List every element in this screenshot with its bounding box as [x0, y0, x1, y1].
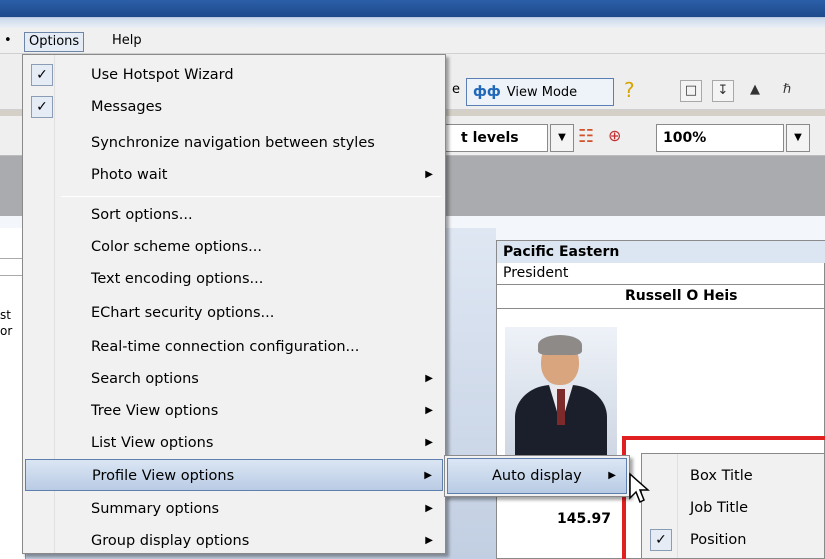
submenu-arrow-icon: ▶: [425, 535, 433, 546]
glasses-icon: фф: [473, 84, 501, 100]
menu-item-position[interactable]: ✓ Position: [644, 524, 822, 556]
zoom-in-icon[interactable]: ⊕: [608, 126, 621, 145]
submenu-arrow-icon: ▶: [425, 437, 433, 448]
view-mode-button[interactable]: фф View Mode: [466, 78, 614, 106]
menu-item-real-time-connection[interactable]: Real-time connection configuration...: [25, 331, 443, 363]
menu-item-photo-wait[interactable]: Photo wait ▶: [25, 159, 443, 191]
menu-item-list-view-options[interactable]: List View options ▶: [25, 427, 443, 459]
card-job-title: President: [497, 263, 825, 285]
menu-separator: [61, 196, 441, 197]
view-mode-label: View Mode: [506, 84, 578, 100]
menu-item-synchronize-navigation[interactable]: Synchronize navigation between styles: [25, 127, 443, 159]
stamp-icon[interactable]: ▲: [744, 80, 766, 102]
menu-item-messages[interactable]: ✓ Messages: [25, 91, 443, 123]
submenu-arrow-icon: ▶: [425, 373, 433, 384]
menu-help[interactable]: Help: [108, 32, 146, 52]
checkmark-icon: ✓: [650, 529, 672, 551]
left-panel-text: st: [0, 308, 11, 322]
menu-item-sort-options[interactable]: Sort options...: [25, 199, 443, 231]
menu-item-summary-options[interactable]: Summary options ▶: [25, 493, 443, 525]
window-title-bar: [0, 0, 825, 28]
checkmark-icon: ✓: [31, 96, 53, 118]
levels-select[interactable]: t levels: [440, 124, 548, 152]
submenu-arrow-icon: ▶: [425, 169, 433, 180]
menu-item-auto-display[interactable]: Auto display ▶: [447, 458, 627, 494]
org-chart-icon[interactable]: ☷: [578, 126, 594, 147]
menu-bar: • Options Help: [0, 28, 825, 54]
menu-item-job-title[interactable]: Job Title: [644, 492, 822, 524]
menu-item-search-options[interactable]: Search options ▶: [25, 363, 443, 395]
zoom-dropdown-arrow-icon[interactable]: ▼: [786, 124, 810, 152]
auto-display-submenu: Box Title Job Title ✓ Position: [641, 453, 825, 559]
levels-dropdown-arrow-icon[interactable]: ▼: [550, 124, 574, 152]
menu-item-profile-view-options[interactable]: Profile View options ▶: [25, 459, 443, 491]
menu-item-box-title[interactable]: Box Title: [644, 460, 822, 492]
profile-photo: [505, 327, 617, 455]
menu-item-echart-security-options[interactable]: EChart security options...: [25, 297, 443, 329]
submenu-arrow-icon: ▶: [608, 470, 616, 481]
mouse-cursor-icon: [629, 472, 650, 504]
menu-item-text-encoding-options[interactable]: Text encoding options...: [25, 263, 443, 295]
submenu-arrow-icon: ▶: [424, 470, 432, 481]
menu-bar-edge: •: [4, 33, 12, 48]
photo-hair: [538, 335, 582, 355]
card-value: 145.97: [557, 511, 612, 527]
options-menu: ✓ Use Hotspot Wizard ✓ Messages Synchron…: [22, 54, 446, 554]
card-person-name: Russell O Heis: [497, 285, 825, 309]
zoom-select[interactable]: 100%: [656, 124, 784, 152]
portrait-icon[interactable]: □: [680, 80, 702, 102]
submenu-arrow-icon: ▶: [425, 503, 433, 514]
left-panel-text: or: [0, 324, 13, 338]
menu-item-color-scheme-options[interactable]: Color scheme options...: [25, 231, 443, 263]
menu-options[interactable]: Options: [24, 32, 85, 52]
checkmark-icon: ✓: [31, 64, 53, 86]
download-icon[interactable]: ↧: [712, 80, 734, 102]
tool-icon[interactable]: ℏ: [776, 80, 798, 102]
photo-tie: [557, 389, 565, 425]
submenu-arrow-icon: ▶: [425, 405, 433, 416]
toolbar-label-fragment: e: [452, 82, 460, 97]
menu-item-tree-view-options[interactable]: Tree View options ▶: [25, 395, 443, 427]
menu-item-group-display-options[interactable]: Group display options ▶: [25, 525, 443, 557]
profile-view-submenu: Auto display ▶: [444, 455, 630, 497]
help-pointer-icon[interactable]: ?: [624, 78, 635, 102]
card-company: Pacific Eastern: [497, 241, 825, 263]
menu-item-use-hotspot-wizard[interactable]: ✓ Use Hotspot Wizard: [25, 59, 443, 91]
